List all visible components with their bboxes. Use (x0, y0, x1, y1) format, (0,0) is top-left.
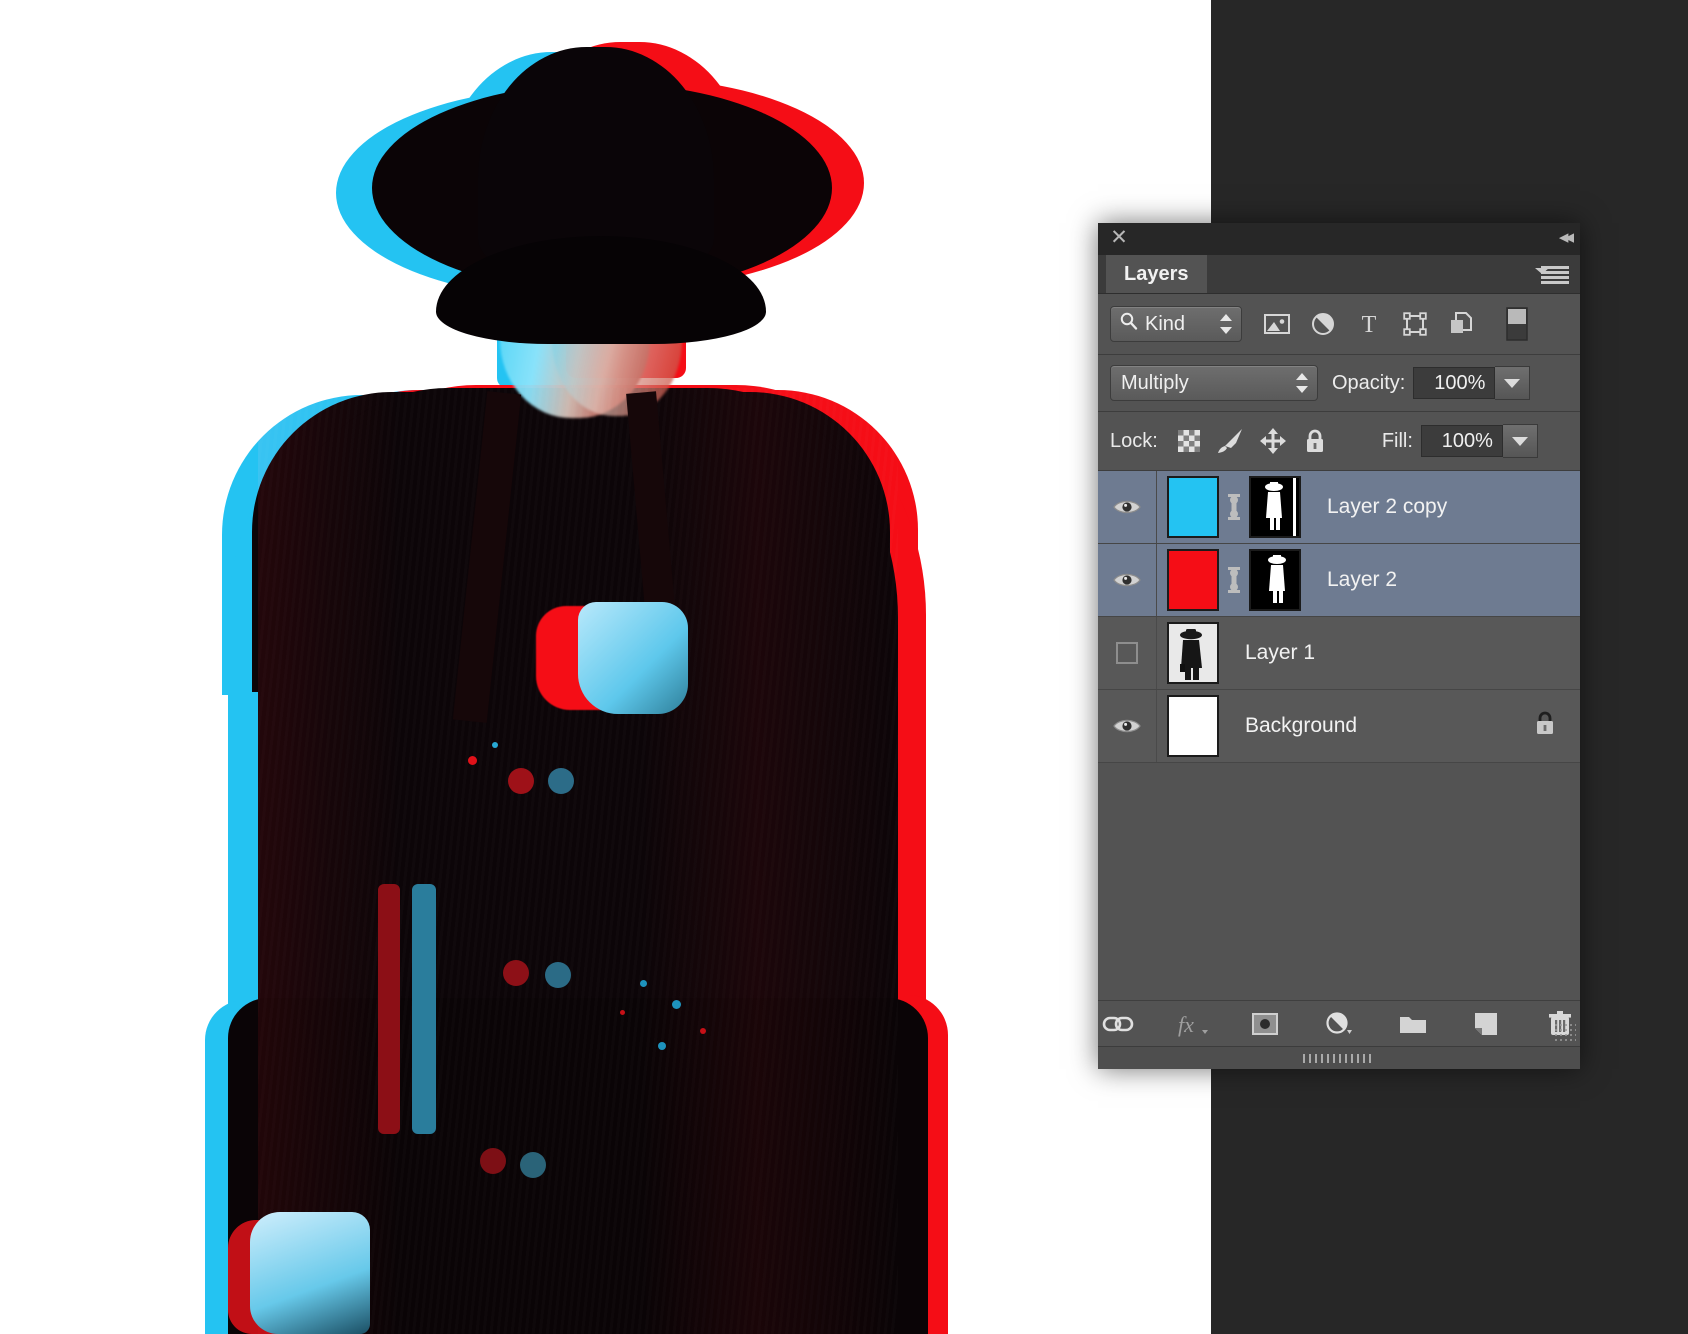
layer-list-empty-area[interactable] (1098, 763, 1580, 825)
panel-titlebar: ✕ ◂◂ (1098, 223, 1580, 255)
lock-row: Lock: Fill: 100% (1098, 412, 1580, 471)
blend-mode-spinner-icon[interactable] (1296, 373, 1308, 393)
lock-position-icon[interactable] (1252, 421, 1294, 461)
mask-link-icon[interactable] (1219, 565, 1249, 595)
layer-row[interactable]: Layer 2 (1098, 544, 1580, 617)
layer-list[interactable]: Layer 2 copy Layer 2 Layer 1 Background (1098, 471, 1580, 857)
layer-thumbnail[interactable] (1167, 549, 1219, 611)
smart-object-filter-icon[interactable] (1438, 304, 1484, 344)
svg-text:fx: fx (1178, 1012, 1194, 1037)
layer-name[interactable]: Background (1245, 714, 1357, 738)
layer-filter-row: Kind T (1098, 294, 1580, 355)
layer-name[interactable]: Layer 2 copy (1327, 495, 1447, 519)
filter-kind-select[interactable]: Kind (1110, 306, 1242, 342)
layer-visibility-toggle[interactable] (1098, 690, 1157, 762)
lock-transparent-pixels-icon[interactable] (1168, 421, 1210, 461)
panel-drag-bar[interactable] (1098, 1046, 1580, 1069)
adjustment-layer-filter-icon[interactable] (1300, 304, 1346, 344)
layer-name[interactable]: Layer 2 (1327, 568, 1397, 592)
eye-off-icon (1116, 642, 1138, 664)
lock-label: Lock: (1110, 429, 1158, 452)
artwork-subject-silhouette (0, 0, 1211, 1334)
filter-toggle-switch[interactable] (1494, 304, 1540, 344)
type-layer-filter-icon[interactable]: T (1346, 304, 1392, 344)
pixel-layer-filter-icon[interactable] (1254, 304, 1300, 344)
layer-thumbnail[interactable] (1167, 622, 1219, 684)
layer-row[interactable]: Layer 1 (1098, 617, 1580, 690)
layer-name[interactable]: Layer 1 (1245, 641, 1315, 665)
layer-thumbnails[interactable] (1157, 476, 1301, 538)
layer-thumbnail[interactable] (1167, 476, 1219, 538)
tab-layers[interactable]: Layers (1106, 255, 1207, 293)
layer-thumbnails[interactable] (1157, 549, 1301, 611)
panel-tabbar: Layers (1098, 255, 1580, 294)
collapse-panel-icon[interactable]: ◂◂ (1559, 226, 1574, 249)
eye-icon (1113, 573, 1141, 587)
mask-link-icon[interactable] (1219, 492, 1249, 522)
layer-visibility-toggle[interactable] (1098, 617, 1157, 689)
layer-visibility-toggle[interactable] (1098, 471, 1157, 543)
opacity-value[interactable]: 100% (1413, 367, 1496, 399)
screen: ✕ ◂◂ Layers Kind T Multiply Opacity: 100… (0, 0, 1688, 1334)
layers-panel[interactable]: ✕ ◂◂ Layers Kind T Multiply Opacity: 100… (1098, 223, 1580, 1069)
lock-image-pixels-icon[interactable] (1210, 421, 1252, 461)
panel-grip-icon (1303, 1053, 1375, 1063)
panel-menu-icon[interactable] (1535, 264, 1569, 284)
link-layers-button[interactable] (1098, 1004, 1138, 1044)
blend-mode-select[interactable]: Multiply (1110, 365, 1318, 401)
new-layer-button[interactable] (1467, 1004, 1507, 1044)
fill-label: Fill: (1381, 429, 1413, 452)
add-layer-style-button[interactable]: fx (1172, 1004, 1212, 1044)
layer-mask-thumbnail[interactable] (1249, 476, 1301, 538)
layer-row[interactable]: Layer 2 copy (1098, 471, 1580, 544)
panel-resize-grip[interactable] (1554, 1023, 1576, 1043)
layer-visibility-toggle[interactable] (1098, 544, 1157, 616)
new-group-button[interactable] (1393, 1004, 1433, 1044)
fill-value[interactable]: 100% (1420, 425, 1503, 457)
kind-spinner-icon[interactable] (1220, 314, 1232, 334)
new-adjustment-layer-button[interactable] (1319, 1004, 1359, 1044)
eye-icon (1113, 719, 1141, 733)
anaglyph-artwork (0, 0, 1211, 1334)
layer-thumbnails[interactable] (1157, 695, 1219, 757)
fill-dropdown-icon[interactable] (1502, 424, 1538, 458)
layer-row[interactable]: Background (1098, 690, 1580, 763)
lock-all-icon[interactable] (1294, 421, 1336, 461)
close-icon[interactable]: ✕ (1108, 227, 1130, 249)
add-layer-mask-button[interactable] (1245, 1004, 1285, 1044)
opacity-control[interactable]: 100% (1413, 366, 1531, 400)
opacity-label: Opacity: (1332, 371, 1406, 394)
filter-kind-label: Kind (1145, 312, 1186, 335)
layer-thumbnails[interactable] (1157, 622, 1219, 684)
search-icon (1119, 311, 1139, 337)
svg-text:T: T (1362, 312, 1377, 337)
layer-locked-icon (1532, 709, 1558, 743)
eye-icon (1113, 500, 1141, 514)
layer-mask-thumbnail[interactable] (1249, 549, 1301, 611)
fill-control[interactable]: 100% (1420, 424, 1538, 458)
opacity-dropdown-icon[interactable] (1495, 366, 1531, 400)
layer-thumbnail[interactable] (1167, 695, 1219, 757)
blend-mode-value: Multiply (1121, 371, 1189, 394)
shape-layer-filter-icon[interactable] (1392, 304, 1438, 344)
blend-mode-row: Multiply Opacity: 100% (1098, 355, 1580, 412)
layers-panel-footer: fx (1098, 1000, 1580, 1047)
